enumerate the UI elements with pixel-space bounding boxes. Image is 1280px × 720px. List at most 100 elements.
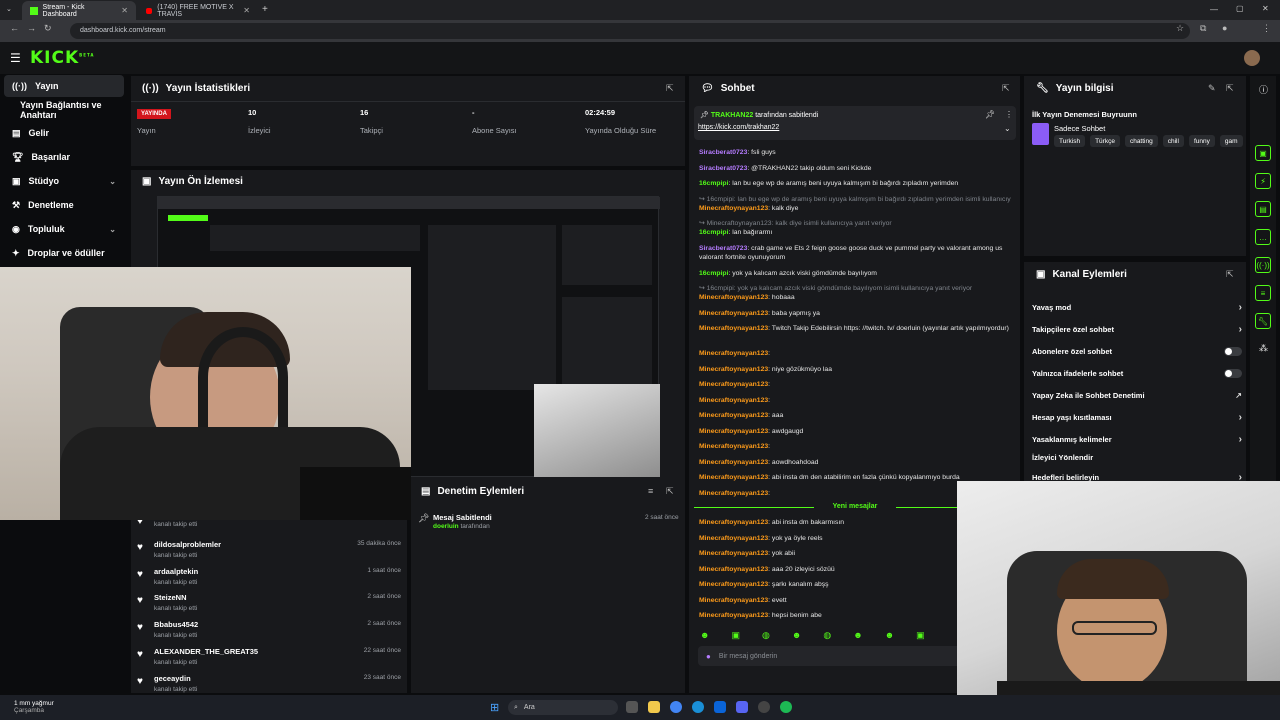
forward-icon[interactable]: →	[27, 23, 36, 33]
chat-username[interactable]: Minecraftoynayan123	[699, 612, 768, 619]
pinned-by-user[interactable]: TRAKHAN22	[711, 112, 753, 119]
popout-icon[interactable]: ⇱	[1002, 83, 1010, 94]
reload-icon[interactable]: ↻	[44, 23, 52, 34]
more-options-icon[interactable]: ⋮	[1005, 110, 1013, 119]
chat-username[interactable]: Minecraftoynayan123	[699, 566, 768, 573]
rail-list-icon[interactable]: ≡	[1255, 285, 1271, 301]
info-icon[interactable]: ⓘ	[1259, 83, 1268, 96]
profile-icon[interactable]: ●	[1222, 23, 1227, 33]
menu-dots-icon[interactable]: ⋮	[1262, 23, 1271, 34]
chat-username[interactable]: 16cmpipi	[699, 229, 728, 236]
edge-icon[interactable]	[692, 701, 704, 713]
tag[interactable]: funny	[1188, 135, 1215, 147]
follower-name[interactable]: geceaydin	[154, 674, 191, 683]
chevron-down-icon[interactable]: ⌄	[1004, 124, 1011, 133]
chat-username[interactable]: Siracberat0723	[699, 245, 747, 252]
chat-username[interactable]: Minecraftoynayan123	[699, 205, 768, 212]
chat-username[interactable]: Minecraftoynayan123	[699, 397, 768, 404]
user-avatar[interactable]	[1244, 50, 1260, 66]
sidebar-item-yayin[interactable]: ((·)) Yayın	[4, 75, 124, 97]
extensions-icon[interactable]: ⧉	[1200, 23, 1206, 34]
tag[interactable]: Turkish	[1054, 135, 1086, 147]
rail-bolt-icon[interactable]: ⚡︎	[1255, 173, 1271, 189]
action-raid[interactable]: İzleyici Yönlendir	[1032, 450, 1242, 464]
chat-username[interactable]: Minecraftoynayan123	[699, 519, 768, 526]
close-tab-icon[interactable]: ✕	[243, 6, 250, 15]
chat-username[interactable]: Minecraftoynayan123	[699, 550, 768, 557]
close-window-icon[interactable]: ✕	[1262, 4, 1269, 13]
mod-event-user[interactable]: doerluin	[433, 523, 459, 530]
chat-username[interactable]: Minecraftoynayan123	[699, 366, 768, 373]
rail-stats-icon[interactable]: ▣	[1255, 145, 1271, 161]
sidebar-item-denetleme[interactable]: ⚒ Denetleme	[4, 194, 124, 216]
follower-name[interactable]: ardaalptekin	[154, 567, 198, 576]
tab-search-icon[interactable]: ⌄	[6, 5, 12, 13]
follower-name[interactable]: dildosalproblemler	[154, 540, 221, 549]
follower-name[interactable]: SteizeNN	[154, 593, 187, 602]
popout-icon[interactable]: ⇱	[666, 486, 674, 497]
tab-kick-dashboard[interactable]: Stream - Kick Dashboard ✕	[22, 1, 136, 20]
follower-name[interactable]: ALEXANDER_THE_GREAT35	[154, 647, 258, 656]
minimize-icon[interactable]: —	[1210, 5, 1218, 14]
action-followers-only[interactable]: Takipçilere özel sohbet ›	[1032, 322, 1242, 336]
rail-document-icon[interactable]: ▤	[1255, 201, 1271, 217]
weather-widget[interactable]: 1 mm yağmur Çarşamba	[14, 700, 54, 714]
new-tab-icon[interactable]: +	[262, 4, 268, 15]
mail-icon[interactable]	[714, 701, 726, 713]
obs-icon[interactable]	[758, 701, 770, 713]
windows-start-icon[interactable]: ⊞	[490, 701, 499, 714]
chat-username[interactable]: Minecraftoynayan123	[699, 294, 768, 301]
chat-username[interactable]: Siracberat0723	[699, 149, 747, 156]
microphone-icon[interactable]: ●	[706, 652, 711, 661]
action-slow-mode[interactable]: Yavaş mod ›	[1032, 300, 1242, 314]
sidebar-item-gelir[interactable]: ▤ Gelir	[4, 122, 124, 144]
taskbar-search[interactable]: ⌕ Ara	[508, 700, 618, 715]
sidebar-item-studyo[interactable]: ▣ Stüdyo ⌄	[4, 170, 124, 192]
kick-logo[interactable]: KICKBETA	[30, 48, 94, 68]
action-banned-words[interactable]: Yasaklanmış kelimeler ›	[1032, 432, 1242, 446]
maximize-icon[interactable]: ▢	[1236, 4, 1244, 13]
tag[interactable]: chill	[1162, 135, 1184, 147]
chat-username[interactable]: Minecraftoynayan123	[699, 310, 768, 317]
action-account-age[interactable]: Hesap yaşı kısıtlaması ›	[1032, 410, 1242, 424]
unpin-icon[interactable]: 📌︎	[985, 110, 995, 119]
emote-icon[interactable]: ☻	[853, 630, 862, 642]
spotify-icon[interactable]	[780, 701, 792, 713]
subscribers-only-toggle[interactable]	[1224, 346, 1242, 356]
emote-icon[interactable]: ▣	[731, 630, 740, 642]
edit-pencil-icon[interactable]: ✎	[1208, 83, 1216, 94]
chat-username[interactable]: Minecraftoynayan123	[699, 597, 768, 604]
emote-icon[interactable]: ◍	[823, 630, 831, 642]
popout-icon[interactable]: ⇱	[1226, 269, 1234, 280]
rail-chat-icon[interactable]: …	[1255, 229, 1271, 245]
tab-youtube[interactable]: (1740) FREE MOTIVE X TRAVIS ✕	[138, 1, 258, 20]
chat-username[interactable]: Minecraftoynayan123	[699, 474, 768, 481]
chat-username[interactable]: Minecraftoynayan123	[699, 490, 768, 497]
rail-share-icon[interactable]: ⁂	[1259, 343, 1268, 354]
sidebar-item-droplar[interactable]: ✦ Droplar ve ödüller	[4, 242, 124, 264]
follower-name[interactable]: Bbabus4542	[154, 620, 198, 629]
popout-icon[interactable]: ⇱	[666, 83, 674, 94]
chat-username[interactable]: Minecraftoynayan123	[699, 459, 768, 466]
chrome-icon[interactable]	[670, 701, 682, 713]
chat-username[interactable]: Minecraftoynayan123	[699, 412, 768, 419]
emote-icon[interactable]: ▣	[916, 630, 925, 642]
hamburger-menu-icon[interactable]: ☰	[10, 51, 21, 65]
chat-username[interactable]: Minecraftoynayan123	[699, 581, 768, 588]
sidebar-item-topluluk[interactable]: ◉ Topluluk ⌄	[4, 218, 124, 240]
chat-username[interactable]: Minecraftoynayan123	[699, 428, 768, 435]
tag[interactable]: gam	[1219, 135, 1243, 147]
emote-only-toggle[interactable]	[1224, 368, 1242, 378]
chat-username[interactable]: Siracberat0723	[699, 165, 747, 172]
emote-icon[interactable]: ☻	[885, 630, 894, 642]
category-name[interactable]: Sadece Sohbet	[1054, 124, 1105, 133]
chat-username[interactable]: 16cmpipi	[699, 270, 728, 277]
filter-icon[interactable]: ≡	[648, 486, 653, 496]
discord-icon[interactable]	[736, 701, 748, 713]
sidebar-item-stream-key[interactable]: Yayın Bağlantısı ve Anahtarı	[4, 99, 124, 121]
emote-icon[interactable]: ☻	[792, 630, 801, 642]
rail-broadcast-icon[interactable]: ((·))	[1255, 257, 1271, 273]
emote-icon[interactable]: ☻	[700, 630, 709, 642]
chat-username[interactable]: 16cmpipi	[699, 180, 728, 187]
back-icon[interactable]: ←	[10, 23, 19, 33]
